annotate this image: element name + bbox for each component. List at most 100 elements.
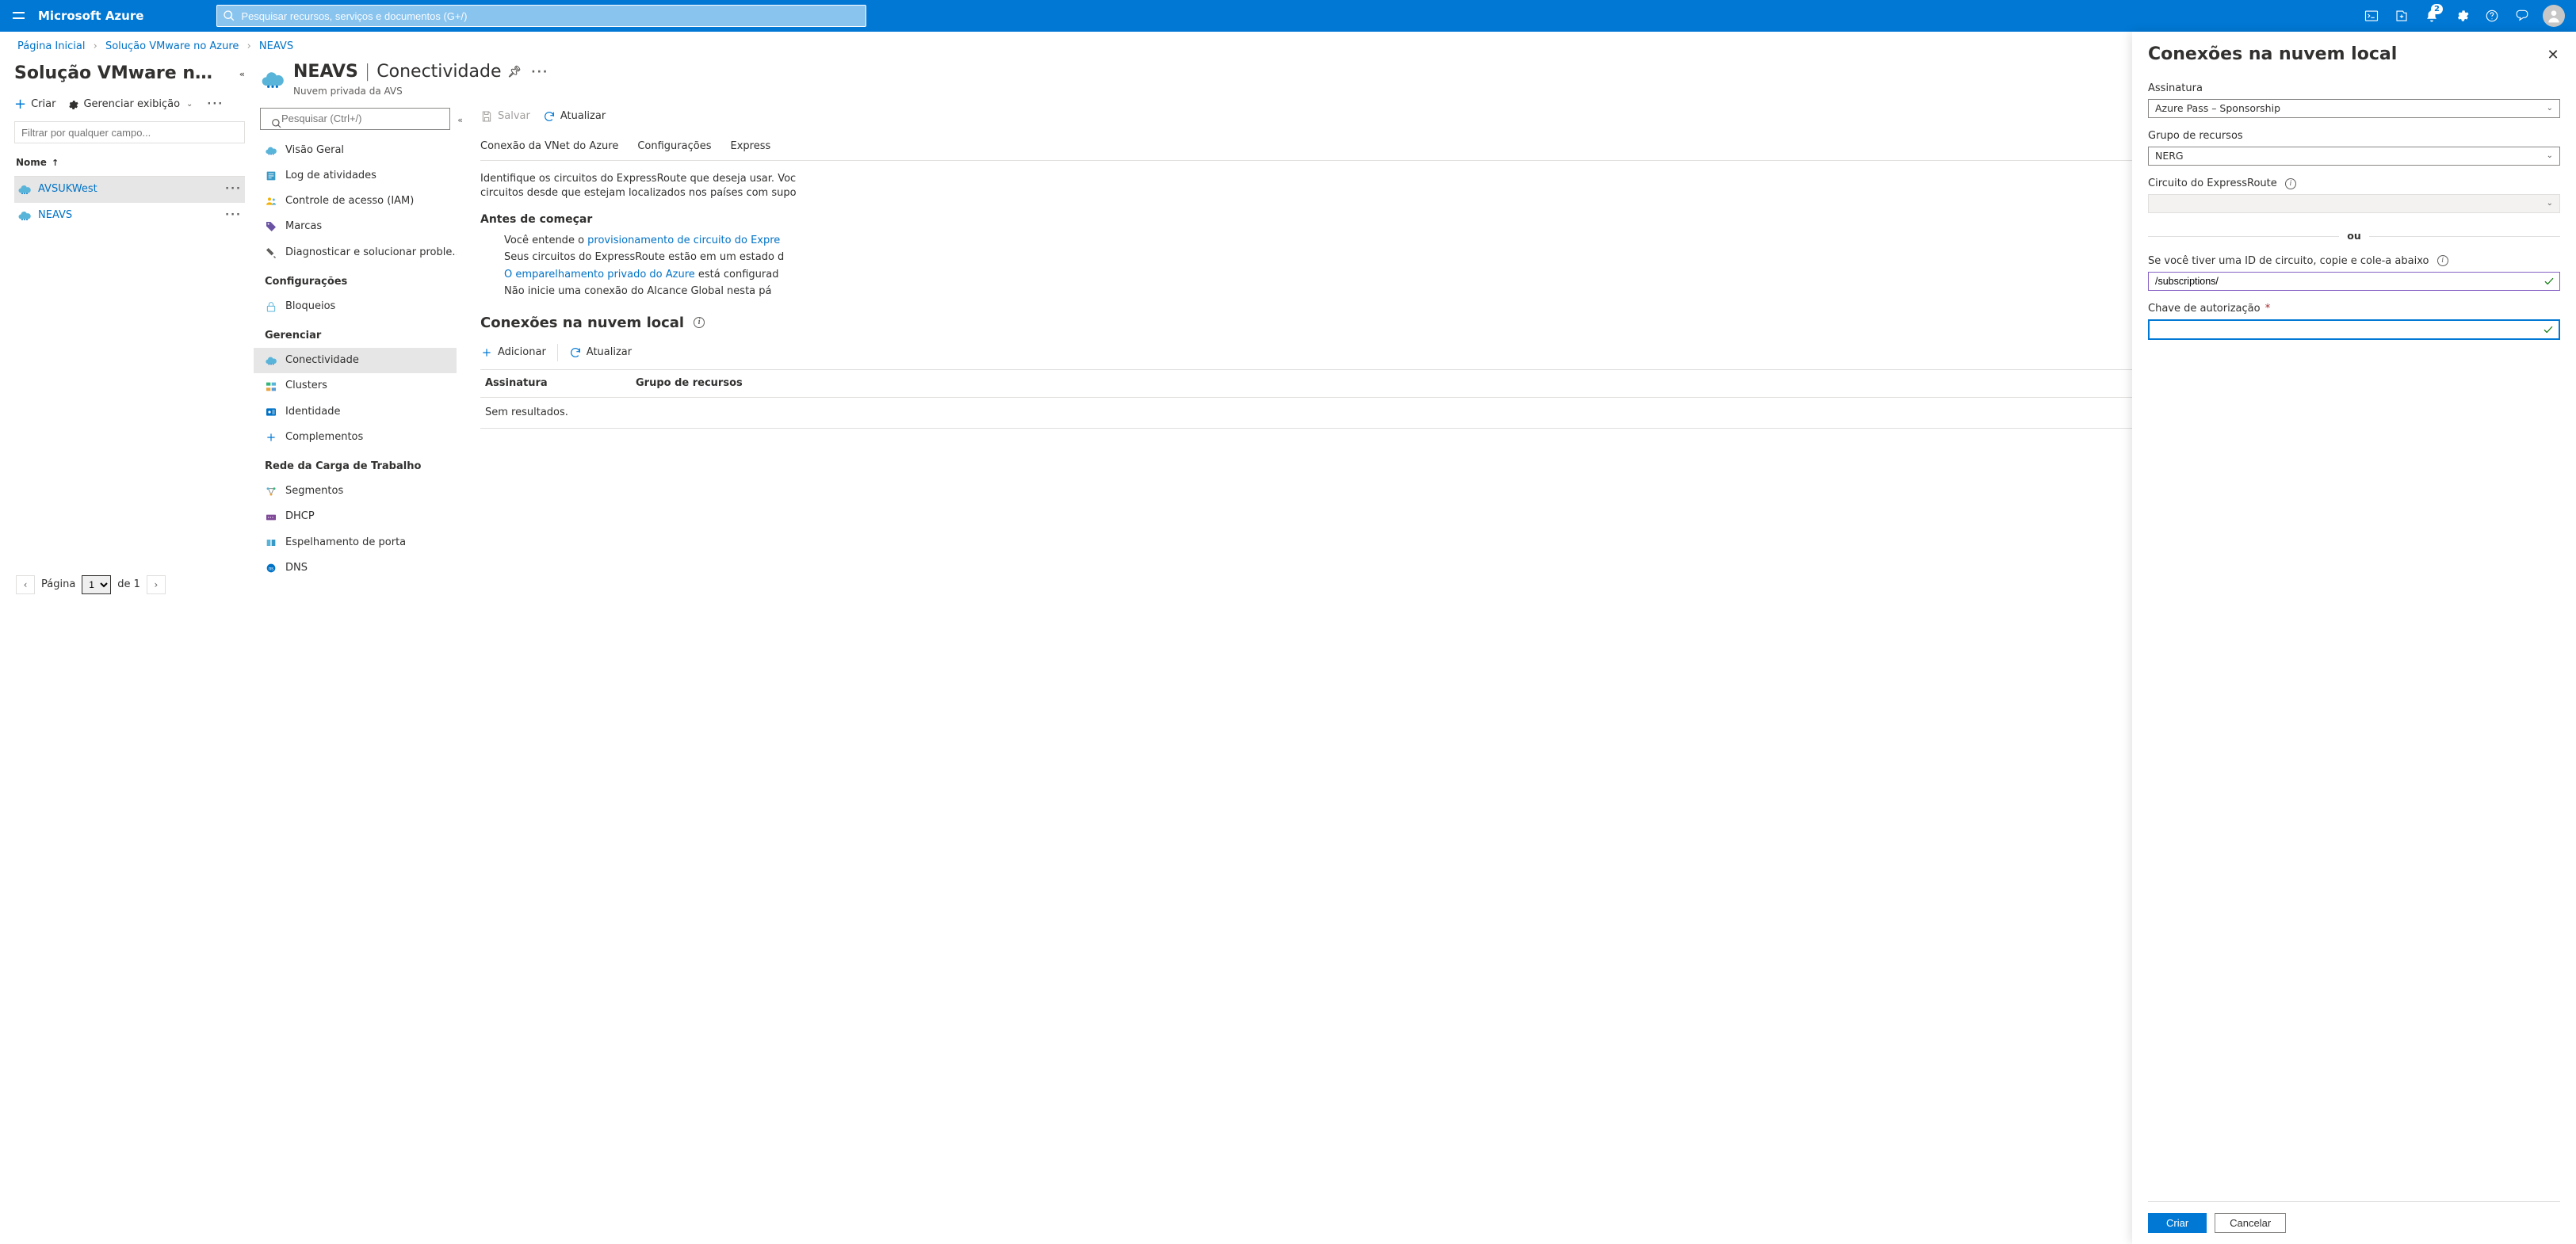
nav-dns[interactable]: DNS xyxy=(254,555,457,581)
pager-next-button[interactable]: › xyxy=(147,575,166,594)
tab-vnet-connection[interactable]: Conexão da VNet do Azure xyxy=(480,133,618,160)
breadcrumb-service[interactable]: Solução VMware no Azure xyxy=(105,40,239,52)
required-star: * xyxy=(2265,303,2271,315)
valid-check-icon xyxy=(2544,276,2555,287)
nav-access-control[interactable]: Controle de acesso (IAM) xyxy=(254,189,457,214)
top-bar: Microsoft Azure 2 xyxy=(0,0,2576,32)
dns-icon xyxy=(265,562,277,574)
col-subscription[interactable]: Assinatura xyxy=(485,376,636,391)
close-flyout-button[interactable]: ✕ xyxy=(2546,48,2560,62)
cloud-shell-button[interactable] xyxy=(2357,0,2386,32)
resource-group-dropdown[interactable]: NERG ⌄ xyxy=(2148,147,2560,166)
create-button[interactable]: + Criar xyxy=(14,97,55,112)
subscription-value: Azure Pass – Sponsorship xyxy=(2155,101,2547,116)
nav-addons[interactable]: Complementos xyxy=(254,425,457,450)
add-connection-button[interactable]: Adicionar xyxy=(480,345,546,360)
menu-search-input[interactable] xyxy=(260,108,450,130)
subscription-dropdown[interactable]: Azure Pass – Sponsorship ⌄ xyxy=(2148,99,2560,118)
user-icon xyxy=(2546,8,2562,24)
row-actions-button[interactable]: ··· xyxy=(225,182,242,197)
refresh-button[interactable]: Atualizar xyxy=(543,109,606,124)
nav-clusters[interactable]: Clusters xyxy=(254,373,457,399)
diagnose-icon xyxy=(265,246,277,259)
subscription-label: Assinatura xyxy=(2148,82,2560,96)
list-header[interactable]: Nome ↑ xyxy=(14,150,245,177)
info-icon[interactable]: i xyxy=(2437,255,2448,266)
breadcrumb-sep: › xyxy=(247,40,251,52)
top-icons: 2 xyxy=(2357,0,2570,32)
tab-expressroute[interactable]: Express xyxy=(730,133,770,160)
list-item[interactable]: AVSUKWest ··· xyxy=(14,177,245,203)
more-commands-button[interactable]: ··· xyxy=(528,65,552,81)
private-cloud-icon xyxy=(17,208,32,223)
nav-identity[interactable]: Identidade xyxy=(254,399,457,425)
create-connection-button[interactable]: Criar xyxy=(2148,1213,2207,1233)
intro-text-2: circuitos desde que estejam localizados … xyxy=(480,186,988,200)
settings-button[interactable] xyxy=(2448,0,2476,32)
mirror-icon xyxy=(265,536,277,549)
brand-label[interactable]: Microsoft Azure xyxy=(35,8,155,25)
pager-prev-button[interactable]: ‹ xyxy=(16,575,35,594)
nav-diagnose[interactable]: Diagnosticar e solucionar proble... xyxy=(254,240,457,265)
auth-key-label: Chave de autorização xyxy=(2148,303,2261,315)
flyout-title: Conexões na nuvem local xyxy=(2148,43,2546,67)
link-provisioning[interactable]: provisionamento de circuito do Expre xyxy=(587,235,780,246)
feedback-button[interactable] xyxy=(2508,0,2536,32)
pin-button[interactable]: 📌︎ xyxy=(508,65,522,81)
nav-tags[interactable]: Marcas xyxy=(254,214,457,239)
refresh-label: Atualizar xyxy=(560,109,606,124)
nav-port-mirroring[interactable]: Espelhamento de porta xyxy=(254,530,457,555)
more-actions-button[interactable]: ··· xyxy=(204,97,227,112)
collapse-pane-button[interactable]: « xyxy=(239,68,245,80)
resource-list-title: Solução VMware n… xyxy=(14,62,212,86)
nav-segments[interactable]: Segmentos xyxy=(254,479,457,504)
pager-page-select[interactable]: 1 xyxy=(82,575,111,594)
breadcrumb-sep: › xyxy=(94,40,97,52)
nav-activity-log[interactable]: Log de atividades xyxy=(254,163,457,189)
identity-icon xyxy=(265,406,277,418)
circuit-id-label: Se você tiver uma ID de circuito, copie … xyxy=(2148,255,2429,267)
info-icon[interactable]: i xyxy=(2285,178,2296,189)
auth-key-input[interactable] xyxy=(2154,323,2543,336)
segments-icon xyxy=(265,485,277,498)
connection-flyout: Conexões na nuvem local ✕ Assinatura Azu… xyxy=(2132,32,2576,1244)
save-label: Salvar xyxy=(498,109,530,124)
chevron-down-icon: ⌄ xyxy=(2547,151,2553,162)
info-icon[interactable]: i xyxy=(694,317,705,328)
hamburger-menu-button[interactable] xyxy=(6,5,29,27)
clusters-icon xyxy=(265,380,277,393)
cancel-button[interactable]: Cancelar xyxy=(2215,1213,2286,1233)
resource-group-label: Grupo de recursos xyxy=(2148,129,2560,143)
separator xyxy=(557,344,558,361)
nav-group-manage: Gerenciar xyxy=(254,319,457,348)
title-separator: | xyxy=(365,60,370,85)
nav-group-settings: Configurações xyxy=(254,265,457,294)
circuit-id-input[interactable] xyxy=(2154,275,2544,288)
resource-list-pane: Solução VMware n… « + Criar Gerenciar ex… xyxy=(0,59,254,602)
link-private-peering[interactable]: O emparelhamento privado do Azure xyxy=(504,269,695,280)
user-avatar[interactable] xyxy=(2543,5,2565,27)
global-search-input[interactable] xyxy=(216,5,866,27)
nav-overview[interactable]: Visão Geral xyxy=(254,138,457,163)
breadcrumb-home[interactable]: Página Inicial xyxy=(17,40,85,52)
directories-button[interactable] xyxy=(2387,0,2416,32)
col-resource-group[interactable]: Grupo de recursos xyxy=(636,376,743,391)
refresh-connections-button[interactable]: Atualizar xyxy=(569,345,632,360)
resource-menu: « Visão Geral Log de atividades Controle… xyxy=(254,101,457,602)
save-button[interactable]: Salvar xyxy=(480,109,530,124)
circuit-dropdown[interactable]: ⌄ xyxy=(2148,194,2560,213)
notifications-button[interactable]: 2 xyxy=(2417,0,2446,32)
nav-connectivity[interactable]: Conectividade xyxy=(254,348,457,373)
filter-input[interactable] xyxy=(14,121,245,143)
breadcrumb-resource[interactable]: NEAVS xyxy=(259,40,293,52)
refresh-label: Atualizar xyxy=(587,345,632,360)
chevron-down-icon: ⌄ xyxy=(2547,103,2553,114)
tab-settings[interactable]: Configurações xyxy=(637,133,711,160)
nav-locks[interactable]: Bloqueios xyxy=(254,294,457,319)
create-label: Criar xyxy=(31,97,55,112)
row-actions-button[interactable]: ··· xyxy=(225,208,242,223)
list-item[interactable]: NEAVS ··· xyxy=(14,203,245,229)
manage-view-button[interactable]: Gerenciar exibição ⌄ xyxy=(67,97,193,112)
nav-dhcp[interactable]: DHCP xyxy=(254,504,457,529)
help-button[interactable] xyxy=(2478,0,2506,32)
